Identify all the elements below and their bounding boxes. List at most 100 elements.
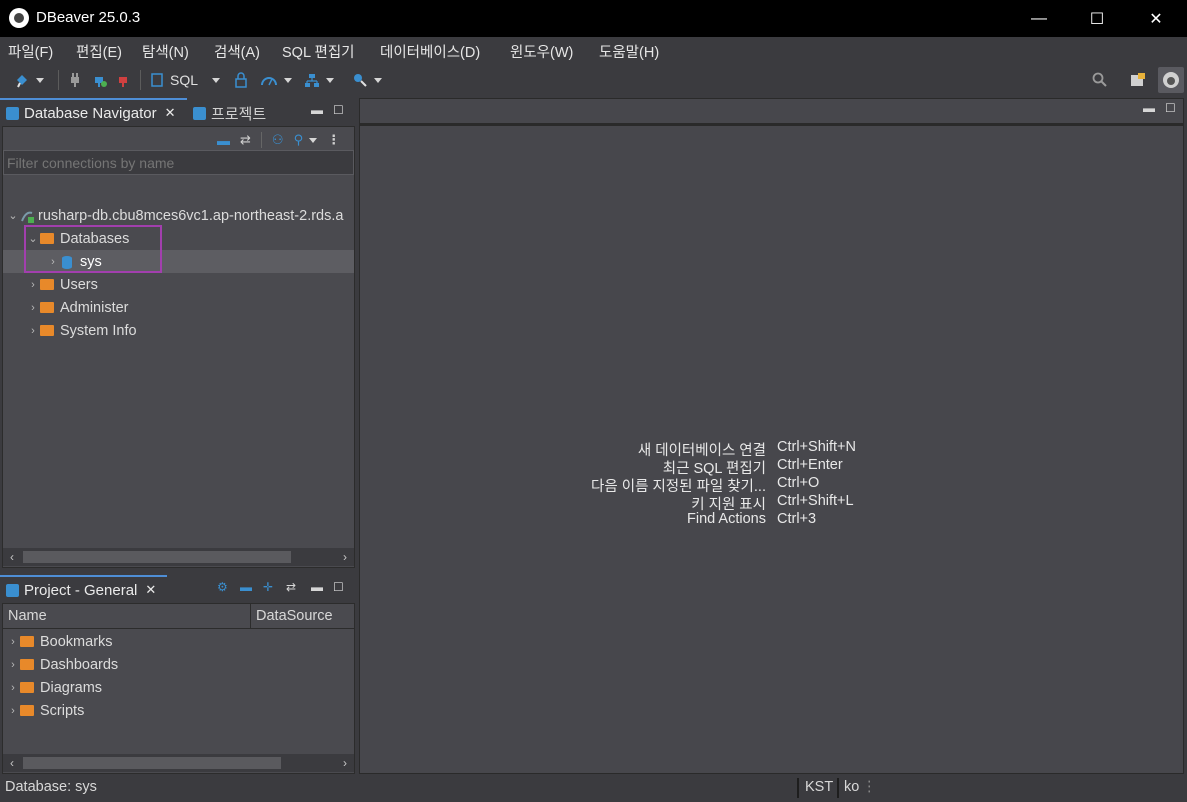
- new-connection-button[interactable]: [14, 71, 44, 89]
- menu-search[interactable]: 검색(A): [214, 41, 260, 62]
- tree-item-dashboards[interactable]: › Dashboards: [6, 653, 118, 676]
- close-tab-icon[interactable]: ✕: [145, 582, 156, 598]
- administer-label: Administer: [60, 299, 129, 316]
- diagrams-folder-icon: [20, 682, 34, 693]
- tree-item-administer[interactable]: › Administer: [26, 296, 129, 319]
- scroll-right-icon[interactable]: ›: [336, 548, 354, 566]
- search-icon: [1092, 72, 1107, 87]
- menu-edit[interactable]: 편집(E): [76, 41, 122, 62]
- tab-database-navigator[interactable]: Database Navigator ✕: [0, 98, 187, 126]
- collapse-all-icon[interactable]: ▬: [240, 580, 252, 594]
- network-button[interactable]: [304, 71, 334, 89]
- chevron-right-icon[interactable]: ›: [26, 302, 40, 314]
- status-locale[interactable]: ko: [844, 779, 859, 795]
- menu-file[interactable]: 파일(F): [8, 41, 53, 62]
- chevron-right-icon[interactable]: ›: [6, 705, 20, 717]
- minimize-button[interactable]: —: [1014, 0, 1064, 37]
- new-connection-icon: [17, 75, 27, 88]
- sql-editor-button[interactable]: SQL: [150, 71, 221, 89]
- plug-icon: [71, 73, 79, 87]
- project-icon: [6, 583, 19, 597]
- dashboards-label: Dashboards: [40, 656, 119, 673]
- filter-icon[interactable]: ⚲: [294, 132, 304, 148]
- close-button[interactable]: ✕: [1131, 0, 1181, 37]
- scroll-right-icon[interactable]: ›: [336, 754, 354, 772]
- minimize-view-icon[interactable]: ▬: [311, 103, 323, 117]
- link-with-editor-icon[interactable]: ⇄: [240, 132, 251, 148]
- minimize-view-icon[interactable]: ▬: [311, 580, 323, 594]
- status-database: Database: sys: [5, 779, 97, 795]
- gauge-icon: [261, 77, 277, 86]
- minimize-view-icon[interactable]: ▬: [1143, 101, 1155, 115]
- search-toolbar-button[interactable]: [352, 71, 382, 89]
- tree-item-bookmarks[interactable]: › Bookmarks: [6, 630, 112, 653]
- horizontal-scrollbar[interactable]: ‹ ›: [3, 754, 354, 772]
- tree-item-diagrams[interactable]: › Diagrams: [6, 676, 102, 699]
- column-header-datasource[interactable]: DataSource: [256, 608, 333, 624]
- column-header-name[interactable]: Name: [8, 608, 47, 624]
- dbeaver-perspective-button[interactable]: [1158, 67, 1184, 93]
- tab-project-general[interactable]: Project - General ✕: [0, 575, 167, 603]
- chevron-right-icon[interactable]: ›: [6, 636, 20, 648]
- chevron-right-icon[interactable]: ›: [26, 325, 40, 337]
- tree-item-connection[interactable]: ⌄ rusharp-db.cbu8mces6vc1.ap-northeast-2…: [6, 204, 343, 227]
- tree-item-scripts[interactable]: › Scripts: [6, 699, 84, 722]
- menu-window[interactable]: 윈도우(W): [510, 41, 573, 62]
- window-title: DBeaver 25.0.3: [36, 9, 141, 26]
- maximize-view-icon[interactable]: ☐: [333, 103, 344, 117]
- project-content: Name DataSource › Bookmarks › Dashboards…: [2, 603, 355, 774]
- tree-item-users[interactable]: › Users: [26, 273, 98, 296]
- shortcut-row: 최근 SQL 편집기 Ctrl+Enter: [360, 457, 1185, 477]
- disconnect-button[interactable]: [116, 71, 132, 89]
- tree-item-system-info[interactable]: › System Info: [26, 319, 136, 342]
- link-with-editor-icon[interactable]: ⇄: [286, 580, 296, 594]
- editor-area[interactable]: ▬ ☐ 새 데이터베이스 연결 Ctrl+Shift+N 최근 SQL 편집기 …: [359, 98, 1184, 774]
- gear-icon[interactable]: ⚙: [217, 580, 228, 594]
- dashboard-button[interactable]: [260, 71, 292, 89]
- maximize-button[interactable]: ☐: [1072, 0, 1122, 37]
- status-timezone[interactable]: KST: [805, 779, 833, 795]
- view-menu-icon[interactable]: ⋮: [327, 132, 340, 148]
- new-connection-folder-icon[interactable]: ⚇: [272, 132, 284, 148]
- chevron-down-icon: [212, 77, 221, 83]
- close-tab-icon[interactable]: ✕: [165, 105, 176, 121]
- menu-sql-editor[interactable]: SQL 편집기: [282, 41, 355, 62]
- expand-all-icon[interactable]: ✛: [263, 580, 273, 594]
- sql-script-icon: [151, 73, 163, 87]
- diagrams-label: Diagrams: [40, 679, 103, 696]
- maximize-view-icon[interactable]: ☐: [1165, 101, 1176, 115]
- scroll-left-icon[interactable]: ‹: [3, 754, 21, 772]
- perspective-icon: [1131, 73, 1145, 86]
- toolbar-divider: [58, 70, 59, 90]
- tab-label: 프로젝트: [211, 105, 267, 123]
- open-perspective-button[interactable]: [1130, 71, 1146, 89]
- collapse-all-icon[interactable]: ▬: [217, 133, 230, 148]
- chevron-right-icon[interactable]: ›: [6, 659, 20, 671]
- maximize-view-icon[interactable]: ☐: [333, 580, 344, 594]
- menu-help[interactable]: 도움말(H): [599, 41, 659, 62]
- chevron-down-icon[interactable]: ⌄: [6, 209, 20, 222]
- connect-button[interactable]: [68, 71, 82, 89]
- scrollbar-thumb[interactable]: [23, 757, 281, 769]
- chevron-down-icon: [36, 77, 44, 83]
- tab-projects[interactable]: 프로젝트: [187, 100, 272, 126]
- reconnect-button[interactable]: [92, 71, 108, 89]
- menu-navigate[interactable]: 탐색(N): [142, 41, 189, 62]
- menu-database[interactable]: 데이터베이스(D): [380, 41, 480, 62]
- horizontal-scrollbar[interactable]: ‹ ›: [3, 548, 354, 566]
- chevron-down-icon[interactable]: [309, 137, 318, 143]
- filter-connections-input[interactable]: [3, 150, 354, 175]
- scrollbar-thumb[interactable]: [23, 551, 291, 563]
- transaction-mode-button[interactable]: [234, 71, 248, 89]
- scroll-left-icon[interactable]: ‹: [3, 548, 21, 566]
- status-grip-icon: ⋮: [862, 779, 877, 795]
- scripts-label: Scripts: [40, 702, 85, 719]
- column-divider[interactable]: [250, 604, 251, 629]
- shortcut-key: Ctrl+3: [777, 511, 817, 527]
- chevron-right-icon[interactable]: ›: [26, 279, 40, 291]
- shortcut-action: Find Actions: [687, 511, 766, 527]
- bookmarks-folder-icon: [20, 636, 34, 647]
- quick-search-button[interactable]: [1092, 71, 1108, 89]
- chevron-right-icon[interactable]: ›: [6, 682, 20, 694]
- navigator-view-toolbar: ▬ ⇄ ⚇ ⚲ ⋮: [217, 131, 340, 149]
